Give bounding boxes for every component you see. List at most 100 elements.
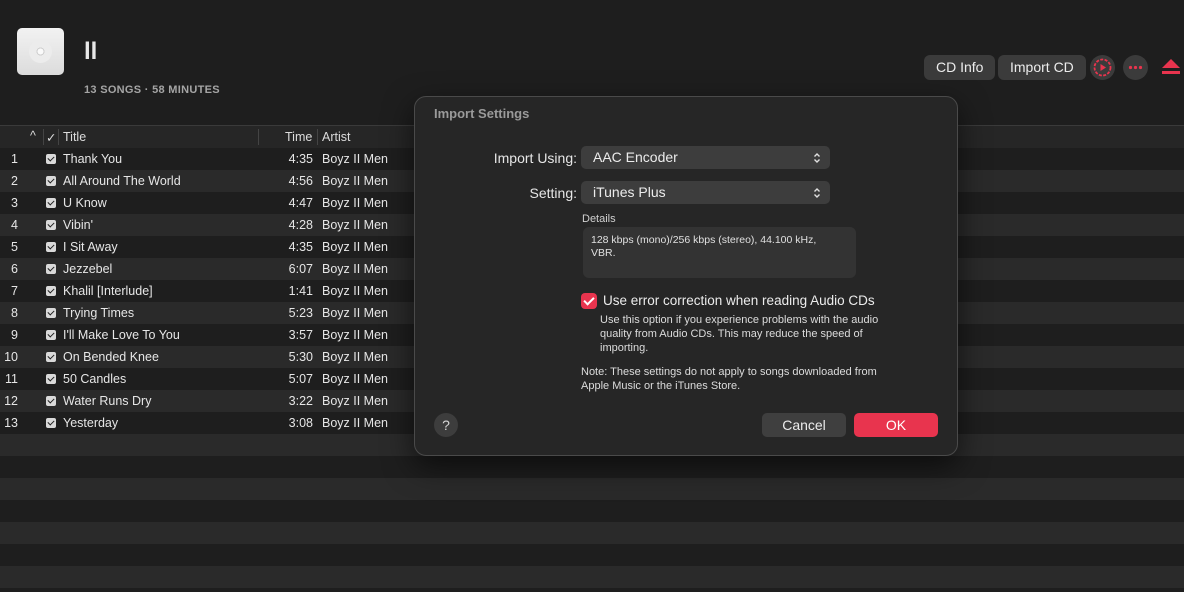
track-checkbox[interactable]: [46, 242, 56, 252]
empty-row: [0, 456, 1184, 478]
empty-row: [0, 522, 1184, 544]
settings-note: Note: These settings do not apply to son…: [581, 366, 877, 392]
ok-button[interactable]: OK: [854, 413, 938, 437]
track-number: 9: [11, 328, 18, 342]
track-checkbox[interactable]: [46, 418, 56, 428]
track-number: 10: [4, 350, 18, 364]
track-checkbox[interactable]: [46, 220, 56, 230]
sort-indicator-icon[interactable]: ^: [30, 129, 36, 143]
track-number: 13: [4, 416, 18, 430]
track-artist: Boyz II Men: [322, 196, 388, 210]
album-artwork: [17, 28, 64, 75]
track-number: 2: [11, 174, 18, 188]
track-artist: Boyz II Men: [322, 218, 388, 232]
column-divider: [43, 129, 44, 145]
import-using-value: AAC Encoder: [593, 149, 678, 165]
track-title: 50 Candles: [63, 372, 127, 386]
error-correction-checkbox[interactable]: [581, 293, 597, 309]
track-time: 4:35: [288, 152, 313, 166]
empty-row: [0, 544, 1184, 566]
track-title: Khalil [Interlude]: [63, 284, 153, 298]
chevron-updown-icon: [814, 153, 820, 163]
column-title[interactable]: Title: [63, 130, 86, 144]
track-title: Vibin': [63, 218, 93, 232]
track-checkbox[interactable]: [46, 198, 56, 208]
track-time: 3:08: [288, 416, 313, 430]
track-time: 4:35: [288, 240, 313, 254]
track-number: 12: [4, 394, 18, 408]
track-title: I Sit Away: [63, 240, 118, 254]
track-checkbox[interactable]: [46, 330, 56, 340]
import-cd-button[interactable]: Import CD: [998, 55, 1086, 80]
empty-row: [0, 500, 1184, 522]
track-title: All Around The World: [63, 174, 181, 188]
setting-select[interactable]: iTunes Plus: [581, 181, 830, 204]
cancel-button[interactable]: Cancel: [762, 413, 846, 437]
track-number: 5: [11, 240, 18, 254]
track-artist: Boyz II Men: [322, 262, 388, 276]
track-title: Thank You: [63, 152, 123, 166]
track-time: 1:41: [288, 284, 313, 298]
track-checkbox[interactable]: [46, 396, 56, 406]
track-checkbox[interactable]: [46, 286, 56, 296]
chevron-updown-icon: [814, 188, 820, 198]
track-time: 6:07: [288, 262, 313, 276]
column-check[interactable]: ✓: [46, 130, 56, 145]
track-title: U Know: [63, 196, 107, 210]
track-checkbox[interactable]: [46, 154, 56, 164]
track-artist: Boyz II Men: [322, 350, 388, 364]
track-title: Water Runs Dry: [63, 394, 152, 408]
eject-icon[interactable]: [1160, 57, 1182, 82]
track-number: 1: [11, 152, 18, 166]
more-icon[interactable]: [1123, 55, 1148, 80]
empty-row: [0, 478, 1184, 500]
track-artist: Boyz II Men: [322, 174, 388, 188]
track-checkbox[interactable]: [46, 308, 56, 318]
settings-play-icon[interactable]: [1090, 55, 1115, 80]
error-correction-label[interactable]: Use error correction when reading Audio …: [603, 293, 875, 308]
track-title: Yesterday: [63, 416, 119, 430]
track-artist: Boyz II Men: [322, 416, 388, 430]
setting-label: Setting:: [529, 185, 577, 201]
track-artist: Boyz II Men: [322, 394, 388, 408]
details-box: 128 kbps (mono)/256 kbps (stereo), 44.10…: [583, 227, 856, 278]
album-title: ll: [84, 38, 98, 65]
setting-value: iTunes Plus: [593, 184, 666, 200]
track-artist: Boyz II Men: [322, 152, 388, 166]
track-number: 8: [11, 306, 18, 320]
track-title: Jezzebel: [63, 262, 113, 276]
track-time: 4:56: [288, 174, 313, 188]
cd-disc-icon: [29, 40, 52, 63]
track-number: 6: [11, 262, 18, 276]
column-divider: [258, 129, 259, 145]
track-time: 5:30: [288, 350, 313, 364]
track-time: 5:23: [288, 306, 313, 320]
track-checkbox[interactable]: [46, 374, 56, 384]
track-time: 4:47: [288, 196, 313, 210]
help-button[interactable]: ?: [434, 413, 458, 437]
dialog-title: Import Settings: [434, 106, 530, 121]
track-artist: Boyz II Men: [322, 372, 388, 386]
track-number: 11: [5, 372, 18, 386]
column-divider: [58, 129, 59, 145]
track-time: 5:07: [288, 372, 313, 386]
column-artist[interactable]: Artist: [322, 130, 350, 144]
track-checkbox[interactable]: [46, 352, 56, 362]
track-title: On Bended Knee: [63, 350, 159, 364]
track-checkbox[interactable]: [46, 176, 56, 186]
column-divider: [317, 129, 318, 145]
track-artist: Boyz II Men: [322, 240, 388, 254]
track-artist: Boyz II Men: [322, 328, 388, 342]
empty-row: [0, 566, 1184, 588]
track-checkbox[interactable]: [46, 264, 56, 274]
column-time[interactable]: Time: [285, 130, 312, 144]
error-correction-description: Use this option if you experience proble…: [600, 314, 879, 354]
track-number: 4: [11, 218, 18, 232]
track-artist: Boyz II Men: [322, 284, 388, 298]
import-using-select[interactable]: AAC Encoder: [581, 146, 830, 169]
track-time: 3:57: [288, 328, 313, 342]
import-using-label: Import Using:: [493, 150, 577, 166]
import-settings-dialog: Import Settings Import Using: AAC Encode…: [414, 96, 958, 456]
details-label: Details: [582, 213, 616, 225]
cd-info-button[interactable]: CD Info: [924, 55, 996, 80]
